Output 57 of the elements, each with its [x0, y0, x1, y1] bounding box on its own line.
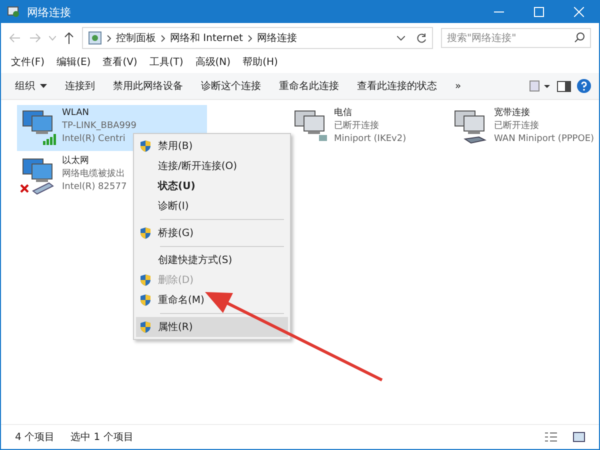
- window-title: 网络连接: [27, 4, 71, 20]
- maximize-icon: [534, 7, 544, 17]
- search-field[interactable]: 搜索"网络连接": [441, 28, 591, 48]
- toolbar-button[interactable]: 重命名此连接: [273, 76, 345, 96]
- selection-count: 选中 1 个项目: [70, 430, 134, 444]
- toolbar-button[interactable]: 查看此连接的状态: [351, 76, 443, 96]
- preview-pane-icon[interactable]: [557, 80, 571, 92]
- network-folder-icon: [7, 5, 21, 19]
- up-arrow-icon[interactable]: [64, 32, 74, 44]
- context-menu-item[interactable]: 桥接(G): [136, 223, 288, 243]
- menu-item[interactable]: 查看(V): [102, 55, 138, 69]
- control-panel-icon: [88, 31, 102, 45]
- menu-item[interactable]: 文件(F): [11, 55, 45, 69]
- search-icon: [574, 32, 585, 43]
- context-menu-item[interactable]: 创建快捷方式(S): [136, 250, 288, 270]
- adapter-name: WAN Miniport (PPPOE): [494, 133, 594, 146]
- toolbar-button[interactable]: 禁用此网络设备: [107, 76, 189, 96]
- toolbar-button[interactable]: 组织: [9, 76, 53, 96]
- context-menu-item[interactable]: 连接/断开连接(O): [136, 156, 288, 176]
- refresh-icon[interactable]: [416, 32, 427, 44]
- menu-item[interactable]: 编辑(E): [56, 55, 91, 69]
- breadcrumb-item[interactable]: 网络和 Internet: [170, 31, 243, 45]
- menu-item[interactable]: 帮助(H): [242, 55, 278, 69]
- details-view-icon[interactable]: [545, 432, 557, 442]
- help-icon[interactable]: [577, 79, 591, 93]
- close-icon: [574, 7, 584, 17]
- large-icons-view-icon[interactable]: [573, 432, 585, 442]
- connection-name: 以太网: [62, 155, 90, 168]
- breadcrumb-item[interactable]: 控制面板: [116, 31, 156, 45]
- menu-item[interactable]: 高级(N): [195, 55, 231, 69]
- breadcrumb-item[interactable]: 网络连接: [256, 31, 297, 45]
- connection-name: 宽带连接: [494, 107, 531, 120]
- adapter-name: Intel(R) Centri: [62, 133, 126, 146]
- context-menu-item[interactable]: 重命名(M): [136, 290, 288, 310]
- connection-status: 已断开连接: [494, 120, 540, 133]
- connection-name: 电信: [334, 107, 353, 120]
- toolbar-button[interactable]: 诊断这个连接: [195, 76, 267, 96]
- chevron-right-icon: [161, 34, 165, 42]
- connection-item[interactable]: 宽带连接 已断开连接 WAN Miniport (PPPOE): [449, 105, 599, 151]
- chevron-right-icon: [107, 34, 111, 42]
- connection-status: 已断开连接: [334, 120, 380, 133]
- context-menu-item[interactable]: 属性(R): [136, 317, 288, 337]
- toolbar-button[interactable]: 连接到: [59, 76, 101, 96]
- view-options-icon[interactable]: [529, 80, 551, 92]
- connection-status: 网络电缆被拔出: [62, 168, 126, 181]
- adapter-name: Miniport (IKEv2): [334, 133, 406, 146]
- adapter-name: Intel(R) 82577: [62, 181, 127, 194]
- menu-item[interactable]: 工具(T): [149, 55, 184, 69]
- chevron-down-icon[interactable]: [397, 36, 405, 40]
- item-count: 4 个项目: [15, 431, 55, 444]
- address-bar[interactable]: 控制面板 网络和 Internet 网络连接: [82, 27, 433, 49]
- toolbar-button[interactable]: »: [449, 78, 468, 94]
- context-menu-item[interactable]: 状态(U): [136, 176, 288, 196]
- context-menu-item[interactable]: 诊断(I): [136, 196, 288, 216]
- chevron-right-icon: [248, 34, 252, 42]
- connection-status: TP-LINK_BBA999: [62, 120, 136, 133]
- connection-name: WLAN: [62, 107, 90, 120]
